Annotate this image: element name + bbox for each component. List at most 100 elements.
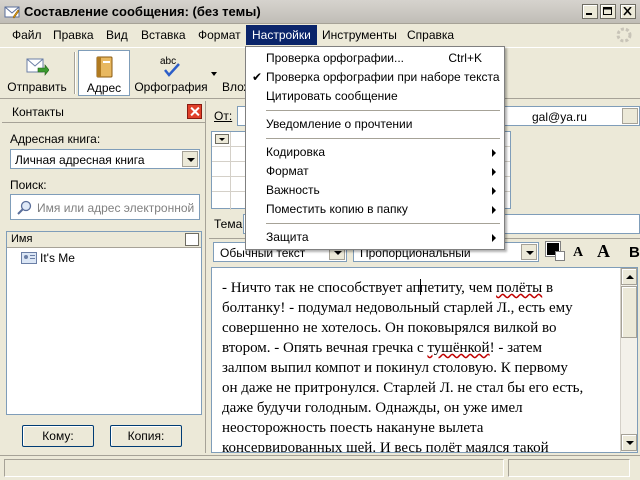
column-name[interactable]: Имя xyxy=(11,233,32,245)
compose-app-icon xyxy=(4,6,20,19)
close-window-button[interactable] xyxy=(620,4,636,19)
menu-bar: Файл Правка Вид Вставка Формат Настройки… xyxy=(0,24,640,46)
list-item[interactable]: It's Me xyxy=(21,250,75,266)
body-text-run: петиту, чем xyxy=(419,280,497,296)
status-panel-right xyxy=(508,459,630,477)
contact-name: It's Me xyxy=(40,251,75,265)
spelling-button[interactable]: abc Орфография xyxy=(134,50,208,96)
misspelled-word: тушёнкой xyxy=(427,340,490,356)
options-menu-item[interactable]: Защита xyxy=(246,228,504,247)
addressbook-select[interactable]: Личная адресная книга xyxy=(10,149,200,169)
menu-view[interactable]: Вид xyxy=(100,25,134,45)
column-picker-icon[interactable] xyxy=(185,233,199,246)
recipient-type-dropdown[interactable] xyxy=(215,134,229,144)
body-text-run: неосторожность поесть накануне вылета xyxy=(222,420,484,436)
background-color-swatch[interactable] xyxy=(555,251,565,261)
title-bar[interactable]: Составление сообщения: (без темы) xyxy=(0,0,640,24)
attach-button[interactable]: Влож xyxy=(218,50,248,96)
scroll-thumb[interactable] xyxy=(621,286,637,338)
contacts-header: Контакты xyxy=(2,101,206,123)
scroll-down-button[interactable] xyxy=(621,434,637,451)
menu-edit[interactable]: Правка xyxy=(47,25,100,45)
body-line: втором. - Опять вечная гречка с тушёнкой… xyxy=(222,338,614,358)
address-button[interactable]: Адрес xyxy=(78,50,130,96)
options-menu-item-label: Защита xyxy=(266,230,309,244)
menu-separator xyxy=(266,223,500,224)
menu-format[interactable]: Формат xyxy=(192,25,247,45)
chevron-down-icon[interactable] xyxy=(182,151,198,167)
maximize-button[interactable] xyxy=(600,4,616,19)
options-menu-shortcut: Ctrl+K xyxy=(448,51,482,65)
add-cc-button[interactable]: Копия: xyxy=(110,425,182,447)
body-line: болтанку! - подумал недовольный старлей … xyxy=(222,298,614,318)
search-icon xyxy=(17,200,32,215)
maximize-icon xyxy=(603,7,612,15)
options-menu-item-label: Уведомление о прочтении xyxy=(266,117,413,131)
menu-separator xyxy=(266,110,500,111)
submenu-arrow-icon xyxy=(492,149,496,157)
spelling-dropdown-arrow[interactable] xyxy=(211,72,217,76)
add-to-button[interactable]: Кому: xyxy=(22,425,94,447)
options-menu-item[interactable]: Уведомление о прочтении xyxy=(246,115,504,134)
font-larger-button[interactable]: A xyxy=(597,241,610,262)
options-menu-item[interactable]: ✔ Проверка орфографии при наборе текста xyxy=(246,68,504,87)
body-text-run: - Ничто так не способствует ап xyxy=(222,280,421,296)
body-text-run: совершенно не хотелось. Он поковырялся в… xyxy=(222,320,557,336)
send-icon xyxy=(26,58,49,76)
body-line: консервированных щей. И весь полёт маялс… xyxy=(222,438,614,453)
contact-card-icon xyxy=(21,252,37,264)
status-bar xyxy=(0,455,640,480)
options-menu-item[interactable]: Формат xyxy=(246,162,504,181)
addressbook-label: Адресная книга: xyxy=(10,132,101,146)
search-placeholder: Имя или адрес электронной xyxy=(37,201,195,215)
menu-help[interactable]: Справка xyxy=(401,25,460,45)
body-vertical-scrollbar[interactable] xyxy=(620,268,637,452)
message-body-text[interactable]: - Ничто так не способствует аппетиту, че… xyxy=(222,278,614,453)
toolbar-separator xyxy=(74,52,75,94)
body-text-run: в xyxy=(542,280,554,296)
menu-options[interactable]: Настройки xyxy=(246,25,317,45)
options-menu: Проверка орфографии... Ctrl+K ✔ Проверка ор… xyxy=(245,46,505,250)
close-icon xyxy=(623,7,632,16)
options-menu-item-label: Поместить копию в папку xyxy=(266,202,408,216)
subject-label: Тема: xyxy=(214,217,246,231)
bold-button[interactable]: B xyxy=(629,244,640,261)
status-panel xyxy=(4,459,504,477)
submenu-arrow-icon xyxy=(492,206,496,214)
body-line: он даже не притронулся. Старлей Л. не ст… xyxy=(222,378,614,398)
send-button[interactable]: Отправить xyxy=(4,50,70,96)
options-menu-item[interactable]: Важность xyxy=(246,181,504,200)
address-label: Адрес xyxy=(86,81,122,95)
body-text-run: консервированных щей. И весь полёт маялс… xyxy=(222,440,549,453)
options-menu-item[interactable]: Цитировать сообщение xyxy=(246,87,504,106)
address-book-icon xyxy=(96,56,113,78)
body-line: - Ничто так не способствует аппетиту, че… xyxy=(222,278,614,298)
contacts-pane: Контакты Адресная книга: Личная адресная… xyxy=(2,101,206,453)
contact-search-input[interactable]: Имя или адрес электронной xyxy=(10,194,200,220)
chevron-down-icon[interactable] xyxy=(521,244,537,260)
minimize-button[interactable] xyxy=(582,4,598,19)
spelling-label: Орфография xyxy=(134,80,208,94)
misspelled-word: полёты xyxy=(496,280,543,296)
menu-file[interactable]: Файл xyxy=(6,25,48,45)
options-menu-item-label: Цитировать сообщение xyxy=(266,89,398,103)
body-line: залпом выпил компот и покинул столовую. … xyxy=(222,358,614,378)
compose-window: Составление сообщения: (без темы) Файл П… xyxy=(0,0,640,480)
options-menu-item-label: Проверка орфографии при наборе текста xyxy=(266,70,500,84)
contacts-list[interactable]: Имя It's Me xyxy=(6,231,202,415)
scroll-up-button[interactable] xyxy=(621,268,637,285)
menu-tools[interactable]: Инструменты xyxy=(316,25,403,45)
font-smaller-button[interactable]: A xyxy=(573,245,583,261)
body-text-run: даже будучи голодным. Однажды, он уже им… xyxy=(222,400,523,416)
submenu-arrow-icon xyxy=(492,187,496,195)
options-menu-item[interactable]: Поместить копию в папку xyxy=(246,200,504,219)
menu-insert[interactable]: Вставка xyxy=(135,25,192,45)
body-text-run: втором. - Опять вечная гречка с xyxy=(222,340,428,356)
search-label: Поиск: xyxy=(10,178,47,192)
options-menu-item[interactable]: Проверка орфографии... Ctrl+K xyxy=(246,49,504,68)
options-menu-item-label: Кодировка xyxy=(266,145,326,159)
close-contacts-icon[interactable] xyxy=(187,104,202,119)
chevron-down-icon[interactable] xyxy=(622,108,638,124)
options-menu-item[interactable]: Кодировка xyxy=(246,143,504,162)
message-body[interactable]: - Ничто так не способствует аппетиту, че… xyxy=(211,267,638,453)
